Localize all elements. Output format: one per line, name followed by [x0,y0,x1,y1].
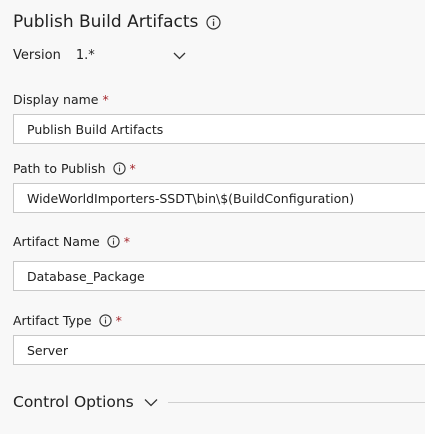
version-label: Version [13,47,61,63]
control-options-section[interactable]: Control Options [13,390,425,414]
artifact-name-label: Artifact Name * [13,232,130,250]
display-name-value: Publish Build Artifacts [27,121,164,137]
required-marker: * [123,233,130,249]
path-to-publish-value: WideWorldImporters-SSDT\bin\$(BuildConfi… [27,190,355,206]
chevron-down-icon[interactable] [144,398,158,407]
display-name-input[interactable]: Publish Build Artifacts [13,114,425,144]
version-row: Version 1.* [13,45,95,65]
artifact-name-input[interactable]: Database_Package [13,261,425,291]
artifact-name-value: Database_Package [27,268,145,284]
section-divider [167,401,425,403]
display-name-label: Display name * [13,90,109,108]
path-to-publish-label: Path to Publish * [13,159,136,177]
info-icon[interactable] [112,161,126,175]
required-marker: * [102,91,109,107]
version-value[interactable]: 1.* [76,48,95,63]
required-marker: * [115,312,122,328]
task-header: Publish Build Artifacts [13,9,221,35]
required-marker: * [129,160,136,176]
info-icon[interactable] [98,313,112,327]
chevron-down-icon[interactable] [173,45,186,64]
path-to-publish-input[interactable]: WideWorldImporters-SSDT\bin\$(BuildConfi… [13,183,425,213]
path-to-publish-label-text: Path to Publish [13,160,106,176]
display-name-label-text: Display name [13,91,99,107]
task-title: Publish Build Artifacts [13,12,199,32]
artifact-type-value: Server [27,342,68,358]
artifact-type-label-text: Artifact Type [13,312,92,328]
info-icon[interactable] [206,14,221,30]
artifact-name-label-text: Artifact Name [13,233,100,249]
control-options-title[interactable]: Control Options [13,393,134,411]
artifact-type-select[interactable]: Server [13,335,425,365]
version-dropdown[interactable] [171,47,187,61]
artifact-type-label: Artifact Type * [13,311,122,329]
info-icon[interactable] [107,234,120,248]
